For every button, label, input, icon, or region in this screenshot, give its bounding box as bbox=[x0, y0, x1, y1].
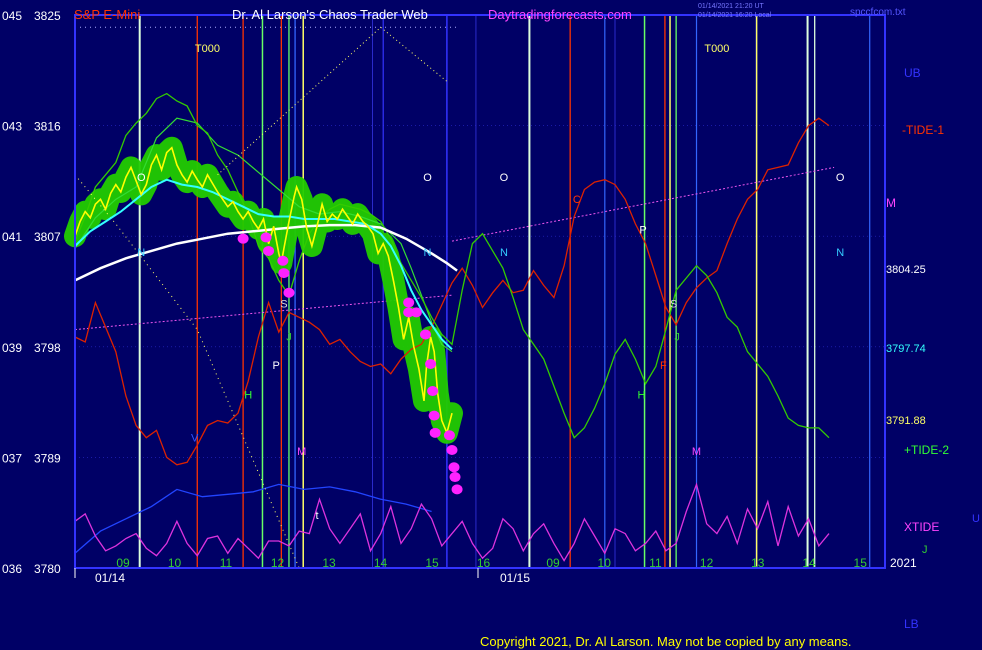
swing-dot bbox=[429, 427, 441, 438]
level-3791-label: 3791.88 bbox=[886, 415, 926, 427]
y-tick-price-label: 3798 bbox=[34, 341, 61, 355]
x-hour-label: 16 bbox=[477, 556, 491, 570]
x-date-label: 01/15 bbox=[500, 571, 530, 585]
swing-dot bbox=[283, 287, 295, 298]
swing-dot bbox=[403, 297, 415, 308]
x-hour-label: 15 bbox=[425, 556, 439, 570]
time-marker-label: H bbox=[638, 389, 646, 401]
time-marker-label: P bbox=[273, 360, 280, 372]
y-tick-left-label: 041 bbox=[2, 230, 22, 244]
chart-title: S&P E-Mini bbox=[74, 7, 140, 22]
y-tick-left-label: 043 bbox=[2, 120, 22, 134]
swing-dot bbox=[446, 445, 458, 456]
x-hour-label: 09 bbox=[546, 556, 560, 570]
ub-label: UB bbox=[904, 66, 921, 80]
y-tick-price-label: 3816 bbox=[34, 120, 61, 134]
swing-dot bbox=[443, 430, 455, 441]
copyright: Copyright 2021, Dr. Al Larson. May not b… bbox=[480, 634, 851, 649]
x-hour-label: 10 bbox=[598, 556, 612, 570]
x-hour-label: 10 bbox=[168, 556, 182, 570]
x-hour-label: 15 bbox=[854, 556, 868, 570]
x-hour-label: 09 bbox=[116, 556, 130, 570]
x-date-label: 01/14 bbox=[95, 571, 125, 585]
swing-dot bbox=[449, 472, 461, 483]
year-label: 2021 bbox=[890, 556, 917, 570]
swing-dot bbox=[419, 329, 431, 340]
y-tick-price-label: 3807 bbox=[34, 230, 61, 244]
ut-timestamp: 01/14/2021 21:20 UT bbox=[698, 3, 764, 10]
chart-background bbox=[0, 0, 982, 650]
swing-dot bbox=[410, 307, 422, 318]
lb-label: LB bbox=[904, 617, 919, 631]
swing-dot bbox=[237, 233, 249, 244]
time-marker-label: M bbox=[692, 446, 701, 458]
local-timestamp: 01/14/2021 16:20 Local bbox=[698, 12, 772, 19]
data-filename: spccfcom.txt bbox=[850, 7, 906, 18]
swing-dot bbox=[451, 484, 463, 495]
chart-canvas: T000 T000 O O O O N N N N C P S S J J P F H H V M Mt 045 3825 04… bbox=[0, 0, 982, 650]
tide2-label: +TIDE-2 bbox=[904, 443, 949, 457]
time-marker-label: C bbox=[573, 194, 581, 206]
swing-dot bbox=[260, 232, 272, 243]
time-marker-label: N bbox=[137, 247, 145, 259]
author-title: Dr. Al Larson's Chaos Trader Web bbox=[232, 7, 428, 22]
time-marker-label: J bbox=[286, 332, 292, 344]
time-marker-label: H bbox=[244, 389, 252, 401]
x-hour-label: 11 bbox=[220, 556, 233, 570]
xtide-label: XTIDE bbox=[904, 520, 939, 534]
tide1-label: -TIDE-1 bbox=[902, 123, 944, 137]
x-hour-label: 14 bbox=[802, 556, 816, 570]
time-marker-label: S bbox=[670, 298, 677, 310]
y-tick-left-label: 037 bbox=[2, 451, 22, 465]
time-marker-label: O bbox=[137, 172, 146, 184]
time-marker-label: N bbox=[424, 247, 432, 259]
x-hour-label: 13 bbox=[751, 556, 765, 570]
x-hour-label: 12 bbox=[271, 556, 285, 570]
swing-dot bbox=[425, 359, 437, 370]
y-tick-left-label: 036 bbox=[2, 562, 22, 576]
swing-dot bbox=[428, 410, 440, 421]
level-3797-label: 3797.74 bbox=[886, 343, 926, 355]
x-hour-label: 13 bbox=[322, 556, 336, 570]
time-marker-label: O bbox=[500, 172, 509, 184]
m-label: M bbox=[886, 196, 896, 210]
swing-dot bbox=[263, 245, 275, 256]
x-hour-label: 12 bbox=[700, 556, 714, 570]
time-marker-label: N bbox=[836, 247, 844, 259]
y-tick-left-label: 045 bbox=[2, 9, 22, 23]
time-marker-label: T000 bbox=[704, 43, 729, 55]
time-marker-label: P bbox=[639, 225, 646, 237]
y-tick-price-label: 3825 bbox=[34, 9, 61, 23]
swing-dot bbox=[277, 255, 289, 266]
u-label: U bbox=[972, 513, 980, 525]
y-tick-left-label: 039 bbox=[2, 341, 22, 355]
time-marker-label: V bbox=[191, 432, 199, 444]
site-link[interactable]: Daytradingforecasts.com bbox=[488, 7, 632, 22]
y-tick-price-label: 3780 bbox=[34, 562, 61, 576]
time-marker-label: t bbox=[315, 510, 318, 522]
time-marker-label: F bbox=[660, 360, 667, 372]
time-marker-label: T000 bbox=[195, 43, 220, 55]
y-tick-price-label: 3789 bbox=[34, 451, 61, 465]
time-marker-label: S bbox=[280, 298, 287, 310]
time-marker-label: N bbox=[500, 247, 508, 259]
j-label: J bbox=[922, 544, 928, 556]
x-hour-label: 14 bbox=[374, 556, 388, 570]
time-marker-label: O bbox=[836, 172, 845, 184]
swing-dot bbox=[278, 268, 290, 279]
swing-dot bbox=[427, 386, 439, 397]
time-marker-label: J bbox=[674, 332, 680, 344]
time-marker-label: O bbox=[423, 172, 432, 184]
time-marker-label: M bbox=[297, 446, 306, 458]
level-3804-label: 3804.25 bbox=[886, 264, 926, 276]
x-hour-label: 11 bbox=[649, 556, 662, 570]
swing-dot bbox=[448, 462, 460, 473]
